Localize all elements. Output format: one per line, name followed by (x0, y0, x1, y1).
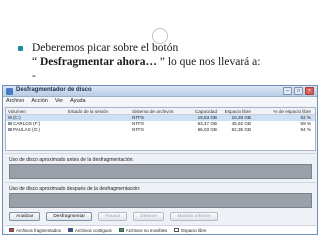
session-cell (66, 127, 130, 133)
free-percent-cell: 94 % (300, 127, 311, 132)
stop-button[interactable]: Detener (133, 212, 165, 221)
bullet-icon (18, 46, 23, 51)
usage-before-label: Uso de disco aproximado antes de la desf… (9, 157, 134, 163)
legend-label: Espacio libre (181, 227, 207, 233)
column-header[interactable]: Volumen (6, 108, 66, 114)
drive-icon (8, 122, 12, 125)
legend-swatch (9, 228, 14, 232)
highlight-button-name: Desfragmentar ahora… (39, 56, 157, 68)
view-report-button[interactable]: Mostrar informe (170, 212, 218, 221)
slide-line-3: - (32, 70, 36, 82)
legend-swatch (67, 228, 73, 232)
legend-swatch (118, 228, 124, 232)
usage-after-label: Uso de disco aproximado después de la de… (9, 186, 141, 192)
slide-line-2-rest: ” lo que nos llevará a: (156, 56, 261, 68)
legend-label: Archivos no movibles (125, 227, 168, 233)
legend-item: Espacio libre (174, 226, 206, 234)
quote-open: “ (32, 56, 40, 68)
menu-accion[interactable]: Acción (31, 97, 48, 106)
table-header: Volumen Estado de la sesión Sistema de a… (6, 108, 315, 115)
slide-text: Deberemos picar sobre el botón “ Desfrag… (32, 41, 317, 83)
volume-name: PAULAS (G:) (13, 127, 40, 132)
volume-name: (C:) (13, 115, 21, 120)
legend: Archivos fragmentados Archivos contiguos… (5, 225, 316, 234)
defragment-button[interactable]: Desfragmentar (46, 212, 93, 221)
free-space-cell: 62,35 GB (231, 127, 251, 132)
usage-before-bar (9, 164, 312, 179)
minimize-button[interactable]: – (283, 87, 292, 95)
window-controls: – □ × (283, 87, 314, 95)
pause-button[interactable]: Pausar (98, 212, 128, 221)
column-header[interactable]: Capacidad (186, 108, 220, 114)
table-row[interactable]: PAULAS (G:) NTFS 66,03 GB 62,35 GB 94 % (6, 127, 315, 133)
volume-name: CARLOS (F:) (13, 121, 41, 126)
menu-ver[interactable]: Ver (55, 97, 63, 106)
slide-line-2: “ Desfragmentar ahora… ” lo que nos llev… (32, 55, 317, 69)
drive-icon (8, 116, 12, 119)
column-header[interactable]: Sistema de archivos (130, 108, 186, 114)
legend-label: Archivos fragmentados (16, 227, 61, 233)
menu-bar: Archivo Acción Ver Ayuda (3, 97, 317, 106)
usage-after-bar (9, 193, 312, 208)
legend-item: Archivos fragmentados (9, 226, 61, 234)
usage-before-section: Uso de disco aproximado antes de la desf… (5, 153, 316, 181)
column-header[interactable]: % de espacio libre (254, 108, 314, 114)
legend-item: Archivos no movibles (118, 226, 168, 234)
filesystem-cell: NTFS (132, 127, 144, 132)
capacity-cell: 66,03 GB (197, 127, 217, 132)
legend-item: Archivos contiguos (67, 226, 112, 234)
drive-icon (8, 128, 12, 131)
window-title: Desfragmentador de disco (16, 87, 92, 93)
volume-cell: PAULAS (G:) (6, 127, 66, 133)
column-header[interactable]: Espacio libre (220, 108, 254, 114)
maximize-button[interactable]: □ (294, 87, 303, 95)
defrag-window: Desfragmentador de disco – □ × Archivo A… (2, 85, 318, 235)
usage-after-section: Uso de disco aproximado después de la de… (5, 182, 316, 210)
menu-archivo[interactable]: Archivo (6, 97, 24, 106)
slide-line-1: Deberemos picar sobre el botón (32, 42, 179, 54)
legend-swatch (174, 228, 180, 232)
menu-ayuda[interactable]: Ayuda (70, 97, 86, 106)
legend-label: Archivos contiguos (74, 227, 112, 233)
column-header[interactable]: Estado de la sesión (66, 108, 130, 114)
volume-table: Volumen Estado de la sesión Sistema de a… (5, 107, 316, 151)
analyze-button[interactable]: Analizar (9, 212, 41, 221)
close-button[interactable]: × (305, 87, 314, 95)
title-bar[interactable]: Desfragmentador de disco – □ × (3, 86, 317, 97)
action-buttons: Analizar Desfragmentar Pausar Detener Mo… (5, 212, 316, 222)
defrag-app-icon (6, 88, 13, 95)
